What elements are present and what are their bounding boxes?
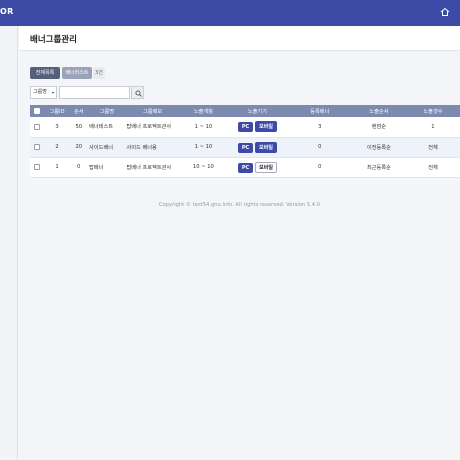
footer-copyright: Copyright © test54.gnu.info. All rights … [158, 202, 321, 208]
cell-name[interactable]: 배너테스트 [88, 117, 126, 138]
col-header-sort: 노출순서 [351, 105, 406, 117]
col-header-count: 노출갯수 [405, 105, 460, 117]
cell-device: PC 모바일 [227, 117, 288, 138]
page-title: 배너그룹관리 [30, 35, 77, 45]
col-header-name[interactable]: 그룹명 [88, 105, 126, 117]
cell-count: 전체 [405, 157, 460, 178]
cell-order: 50 [69, 117, 89, 138]
cell-memo: 탑배너 프로젝트관사 [125, 157, 180, 178]
select-value: 그룹명 [33, 89, 47, 95]
cell-banners: 0 [287, 157, 352, 178]
col-header-memo[interactable]: 그룹메모 [125, 105, 180, 117]
count-badge: 3건 [93, 67, 105, 79]
table-row[interactable]: 3 50 배너테스트 탑배너 프로젝트관사 1 ~ 10 PC 모바일 3 랜덤순… [30, 117, 460, 138]
pc-button[interactable]: PC [237, 122, 254, 133]
banner-group-table: 그룹ID 순서 그룹명 그룹메모 노출개월 노출기기 등록배너 노출순서 노출갯… [30, 105, 460, 178]
main-content: 배너그룹관리 전체목록 배너리스트 3건 그룹명 ▾ 그룹ID 순서 그룹명 그… [19, 26, 460, 460]
pc-button[interactable]: PC [237, 142, 254, 153]
cell-banners: 3 [287, 117, 352, 138]
cell-id: 3 [44, 117, 70, 138]
search-button[interactable] [131, 86, 144, 99]
cell-sort: 랜덤순 [351, 117, 406, 138]
row-checkbox-cell [30, 117, 45, 138]
col-header-id[interactable]: 그룹ID [44, 105, 70, 117]
cell-memo: 탑배너 프로젝트관사 [125, 117, 180, 138]
cell-banners: 0 [287, 137, 352, 158]
row-checkbox[interactable] [34, 123, 41, 130]
top-header: OR [0, 0, 460, 26]
cell-name[interactable]: 탑배너 [88, 157, 126, 178]
cell-count: 1 [405, 117, 460, 138]
cell-name[interactable]: 사이드배너 [88, 137, 126, 158]
cell-months: 1 ~ 10 [179, 137, 228, 158]
search-input[interactable] [59, 86, 130, 99]
cell-memo: 사이드 배너용 [125, 137, 180, 158]
col-header-order[interactable]: 순서 [69, 105, 89, 117]
mobile-button[interactable]: 모바일 [255, 121, 277, 133]
chevron-down-icon: ▾ [51, 90, 54, 95]
cell-id: 1 [44, 157, 70, 178]
cell-order: 20 [69, 137, 89, 158]
all-list-button[interactable]: 전체목록 [30, 67, 60, 79]
search-icon [135, 90, 142, 97]
row-checkbox-cell [30, 157, 45, 178]
select-all-checkbox[interactable] [34, 107, 41, 114]
cell-device: PC 모바일 [227, 157, 288, 178]
col-header-device: 노출기기 [227, 105, 288, 117]
cell-device: PC 모바일 [227, 137, 288, 158]
title-bar: 배너그룹관리 [19, 26, 460, 51]
col-header-months[interactable]: 노출개월 [179, 105, 228, 117]
row-checkbox[interactable] [34, 163, 41, 170]
table-header-row: 그룹ID 순서 그룹명 그룹메모 노출개월 노출기기 등록배너 노출순서 노출갯… [30, 105, 460, 117]
row-checkbox-cell [30, 137, 45, 158]
select-all-cell [30, 105, 45, 117]
col-header-banners: 등록배너 [287, 105, 352, 117]
cell-sort: 최근등록순 [351, 157, 406, 178]
mobile-button[interactable]: 모바일 [255, 161, 277, 173]
row-checkbox[interactable] [34, 143, 41, 150]
cell-count: 전체 [405, 137, 460, 158]
search-field-select[interactable]: 그룹명 ▾ [30, 86, 57, 99]
table-row[interactable]: 2 20 사이드배너 사이드 배너용 1 ~ 10 PC 모바일 0 이전등록순 … [30, 137, 460, 158]
sidebar [0, 26, 18, 460]
mobile-button[interactable]: 모바일 [255, 141, 277, 153]
cell-order: 0 [69, 157, 89, 178]
cell-id: 2 [44, 137, 70, 158]
cell-sort: 이전등록순 [351, 137, 406, 158]
table-row[interactable]: 1 0 탑배너 탑배너 프로젝트관사 10 ~ 10 PC 모바일 0 최근등록순… [30, 157, 460, 178]
banner-list-button[interactable]: 배너리스트 [62, 67, 92, 79]
cell-months: 10 ~ 10 [179, 157, 228, 178]
brand-logo[interactable]: OR [0, 7, 14, 16]
pc-button[interactable]: PC [237, 162, 254, 173]
cell-months: 1 ~ 10 [179, 117, 228, 138]
home-icon[interactable] [440, 7, 450, 17]
